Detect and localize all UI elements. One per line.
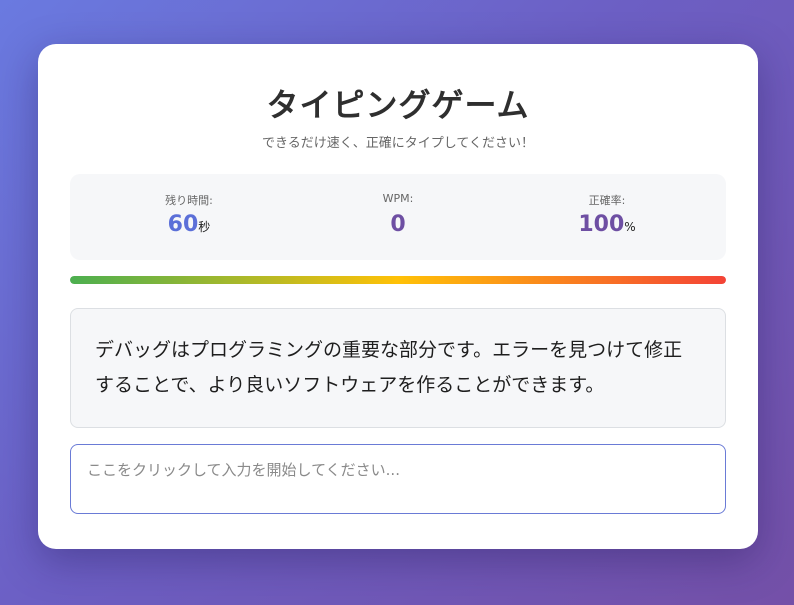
target-text: デバッグはプログラミングの重要な部分です。エラーを見つけて修正することで、より良…	[70, 308, 726, 428]
time-progress-bar	[70, 276, 726, 284]
stat-accuracy-unit: %	[624, 220, 636, 234]
stat-time: 残り時間: 60秒	[80, 174, 298, 260]
stat-wpm-value: 0	[390, 212, 406, 237]
stat-time-value: 60	[167, 212, 199, 237]
stat-accuracy-label: 正確率:	[588, 194, 626, 207]
stat-time-unit: 秒	[198, 220, 211, 234]
stat-wpm: WPM: 0	[289, 174, 507, 260]
stat-wpm-label: WPM:	[382, 192, 414, 205]
game-card: タイピングゲーム できるだけ速く、正確にタイプしてください！ 残り時間: 60秒…	[38, 44, 758, 549]
stats-panel: 残り時間: 60秒 WPM: 0 正確率: 100%	[70, 174, 726, 260]
time-progress-fill	[70, 276, 726, 284]
page-subtitle: できるだけ速く、正確にタイプしてください！	[262, 136, 534, 151]
stat-accuracy-value: 100	[578, 212, 625, 237]
page-title: タイピングゲーム	[266, 86, 530, 124]
stat-time-label: 残り時間:	[165, 194, 213, 207]
stat-accuracy: 正確率: 100%	[498, 174, 716, 260]
typing-input[interactable]	[70, 444, 726, 514]
